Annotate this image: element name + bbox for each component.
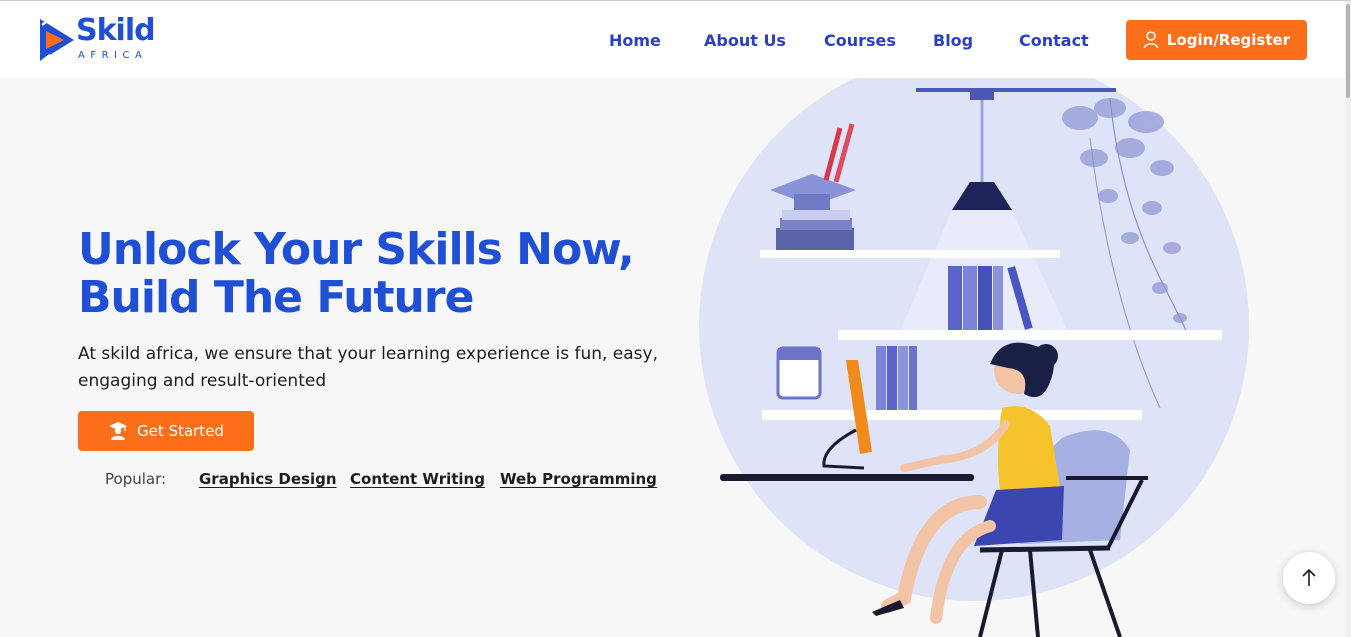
logo-play-icon bbox=[40, 18, 74, 62]
get-started-label: Get Started bbox=[137, 422, 224, 440]
popular-link-web-programming[interactable]: Web Programming bbox=[500, 469, 657, 489]
page-scrollbar-thumb[interactable] bbox=[1346, 4, 1350, 98]
nav-blog[interactable]: Blog bbox=[933, 31, 973, 51]
nav-home[interactable]: Home bbox=[609, 31, 661, 51]
hero-title-line2: Build The Future bbox=[78, 272, 474, 323]
hero-subtitle: At skild africa, we ensure that your lea… bbox=[78, 344, 659, 391]
get-started-button[interactable]: Get Started bbox=[78, 411, 254, 451]
hero-title-line1: Unlock Your Skills Now, bbox=[78, 224, 635, 275]
logo-wordmark: Skild bbox=[76, 13, 156, 48]
arrow-up-icon bbox=[1302, 568, 1316, 586]
login-register-label: Login/Register bbox=[1166, 31, 1291, 49]
graduate-icon bbox=[109, 422, 128, 440]
popular-link-graphics-design[interactable]: Graphics Design bbox=[199, 469, 337, 489]
nav-about-us[interactable]: About Us bbox=[704, 31, 786, 51]
hero-illustration bbox=[699, 78, 1249, 637]
hero-title: Unlock Your Skills Now, Build The Future bbox=[78, 226, 698, 322]
user-icon bbox=[1143, 31, 1159, 49]
login-register-button[interactable]: Login/Register bbox=[1126, 20, 1307, 60]
site-header: Skild AFRICA Home About Us Courses Blog … bbox=[0, 1, 1351, 78]
popular-link-content-writing[interactable]: Content Writing bbox=[350, 469, 485, 489]
nav-courses[interactable]: Courses bbox=[824, 31, 896, 51]
nav-contact[interactable]: Contact bbox=[1019, 31, 1089, 51]
scroll-to-top-button[interactable] bbox=[1283, 552, 1335, 604]
logo-tagline: AFRICA bbox=[78, 50, 148, 61]
popular-label: Popular: bbox=[105, 470, 167, 488]
site-logo[interactable]: Skild AFRICA bbox=[38, 13, 178, 66]
